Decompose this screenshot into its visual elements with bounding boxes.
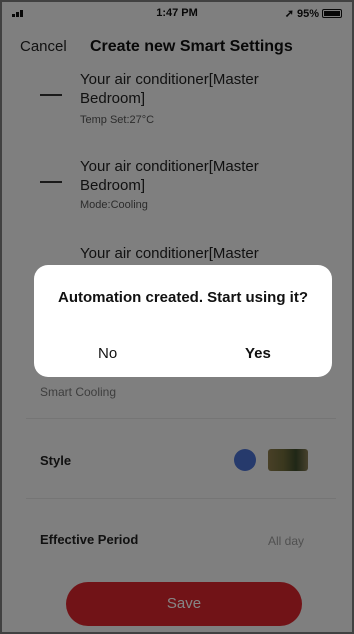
dialog-message: Automation created. Start using it? (57, 289, 309, 306)
no-button[interactable]: No (98, 345, 117, 362)
yes-button[interactable]: Yes (245, 345, 271, 362)
confirmation-dialog: Automation created. Start using it? No Y… (34, 265, 332, 377)
